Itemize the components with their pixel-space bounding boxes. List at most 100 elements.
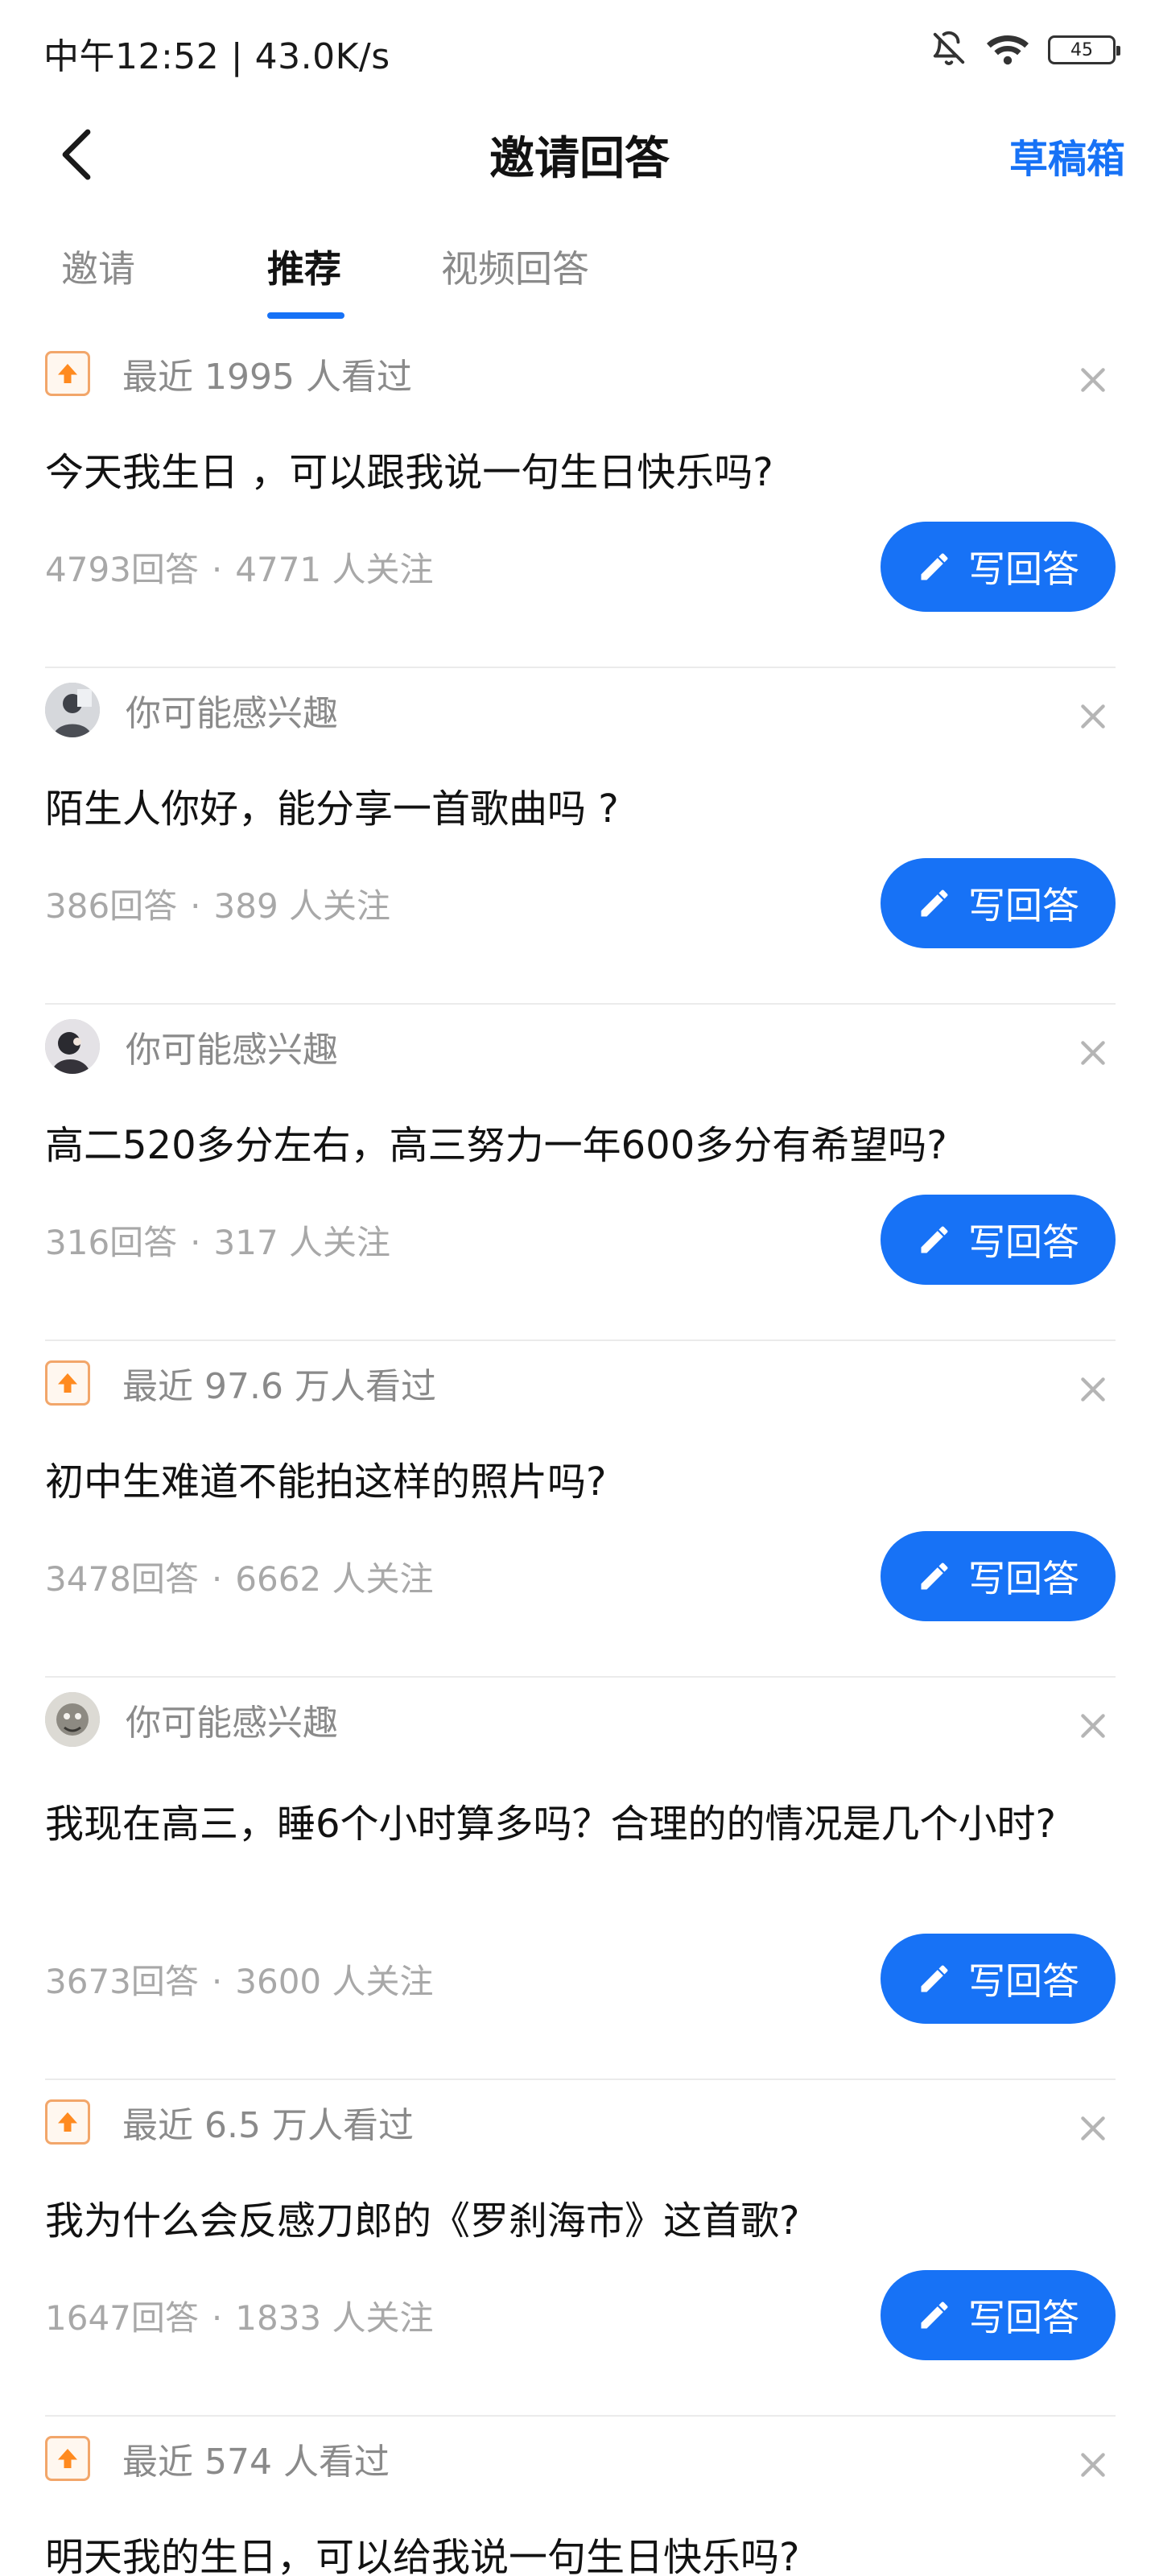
answer-count: 1647回答 xyxy=(45,2298,199,2338)
status-icons: 45 xyxy=(930,29,1120,71)
card-reason: 你可能感兴趣 xyxy=(45,683,338,737)
arrow-up-icon xyxy=(45,1360,90,1406)
dismiss-button[interactable] xyxy=(1070,694,1116,739)
arrow-up-icon xyxy=(45,2099,90,2145)
wifi-icon xyxy=(985,30,1030,70)
answer-count: 316回答 xyxy=(45,1223,178,1262)
card-reason: 最近 574 人看过 xyxy=(45,2434,390,2483)
reason-text: 最近 6.5 万人看过 xyxy=(122,2105,414,2146)
follower-count: 317 人关注 xyxy=(213,1223,391,1262)
pencil-icon xyxy=(917,1558,952,1594)
dismiss-button[interactable] xyxy=(1070,1703,1116,1748)
question-title[interactable]: 我现在高三，睡6个小时算多吗？合理的的情况是几个小时? xyxy=(45,1790,1116,1858)
dismiss-button[interactable] xyxy=(1070,1367,1116,1412)
pencil-icon xyxy=(917,2297,952,2333)
reason-text: 最近 1995 人看过 xyxy=(122,357,412,398)
write-answer-label: 写回答 xyxy=(968,547,1079,591)
follower-count: 1833 人关注 xyxy=(235,2298,434,2338)
write-answer-label: 写回答 xyxy=(968,1959,1079,2003)
card-reason: 最近 1995 人看过 xyxy=(45,349,412,398)
question-meta: 316回答 · 317 人关注 xyxy=(45,1216,390,1265)
question-card: 最近 6.5 万人看过 我为什么会反感刀郎的《罗刹海市》这首歌? 1647回答 ·… xyxy=(0,2080,1159,2417)
question-card: 最近 574 人看过 明天我的生日，可以给我说一句生日快乐吗? xyxy=(0,2417,1159,2576)
question-title[interactable]: 我为什么会反感刀郎的《罗刹海市》这首歌? xyxy=(45,2183,1116,2259)
question-title[interactable]: 初中生难道不能拍这样的照片吗? xyxy=(45,1444,1116,1520)
tab-bar: 邀请 推荐 视频回答 xyxy=(0,224,1159,324)
write-answer-label: 写回答 xyxy=(968,1220,1079,1264)
write-answer-button[interactable]: 写回答 xyxy=(881,522,1116,612)
question-title[interactable]: 今天我生日 ，可以跟我说一句生日快乐吗? xyxy=(45,435,1116,510)
dismiss-button[interactable] xyxy=(1070,1030,1116,1075)
question-card: 最近 97.6 万人看过 初中生难道不能拍这样的照片吗? 3478回答 · 6662… xyxy=(0,1341,1159,1678)
question-title[interactable]: 陌生人你好，能分享一首歌曲吗 ? xyxy=(45,771,1116,847)
question-meta: 3673回答 · 3600 人关注 xyxy=(45,1955,434,2004)
write-answer-button[interactable]: 写回答 xyxy=(881,2270,1116,2360)
avatar xyxy=(45,683,100,737)
pencil-icon xyxy=(917,1222,952,1257)
meta-separator: · xyxy=(211,2298,223,2338)
write-answer-button[interactable]: 写回答 xyxy=(881,1531,1116,1621)
question-title[interactable]: 高二520多分左右，高三努力一年600多分有希望吗? xyxy=(45,1108,1116,1183)
meta-separator: · xyxy=(211,550,223,589)
page-title: 邀请回答 xyxy=(489,133,670,185)
reason-text: 你可能感兴趣 xyxy=(126,693,338,734)
follower-count: 6662 人关注 xyxy=(235,1559,434,1599)
write-answer-button[interactable]: 写回答 xyxy=(881,1195,1116,1285)
pencil-icon xyxy=(917,1961,952,1996)
pencil-icon xyxy=(917,886,952,921)
card-reason: 你可能感兴趣 xyxy=(45,1019,338,1074)
meta-separator: · xyxy=(211,1559,223,1599)
answer-count: 386回答 xyxy=(45,886,178,926)
write-answer-label: 写回答 xyxy=(968,2296,1079,2339)
dismiss-button[interactable] xyxy=(1070,2442,1116,2487)
question-card: 你可能感兴趣 高二520多分左右，高三努力一年600多分有希望吗? 316回答 ·… xyxy=(0,1005,1159,1341)
card-reason: 最近 6.5 万人看过 xyxy=(45,2098,414,2146)
close-icon xyxy=(1081,1377,1105,1402)
battery-level: 45 xyxy=(1070,39,1093,60)
avatar xyxy=(45,1692,100,1747)
meta-separator: · xyxy=(190,886,201,926)
close-icon xyxy=(1081,2453,1105,2477)
bell-off-icon xyxy=(930,30,967,70)
status-bar: 中午12:52 | 43.0K/s 45 xyxy=(0,0,1159,100)
status-time-speed: 中午12:52 | 43.0K/s xyxy=(43,36,390,77)
drafts-button[interactable]: 草稿箱 xyxy=(1009,127,1125,184)
active-tab-indicator xyxy=(267,312,344,319)
reason-text: 你可能感兴趣 xyxy=(126,1030,338,1071)
card-reason: 你可能感兴趣 xyxy=(45,1692,338,1747)
battery-icon: 45 xyxy=(1048,35,1120,64)
follower-count: 3600 人关注 xyxy=(235,1962,434,2001)
close-icon xyxy=(1081,704,1105,729)
question-meta: 386回答 · 389 人关注 xyxy=(45,879,390,928)
dismiss-button[interactable] xyxy=(1070,2106,1116,2151)
arrow-up-icon xyxy=(45,2436,90,2481)
question-meta: 4793回答 · 4771 人关注 xyxy=(45,543,434,592)
write-answer-button[interactable]: 写回答 xyxy=(881,858,1116,948)
close-icon xyxy=(1081,2116,1105,2140)
answer-count: 4793回答 xyxy=(45,550,199,589)
question-list: 最近 1995 人看过 今天我生日 ，可以跟我说一句生日快乐吗? 4793回答 ·… xyxy=(0,332,1159,2576)
top-app-bar: 邀请回答 草稿箱 xyxy=(0,100,1159,209)
question-meta: 1647回答 · 1833 人关注 xyxy=(45,2291,434,2340)
answer-count: 3478回答 xyxy=(45,1559,199,1599)
tab-invite[interactable]: 邀请 xyxy=(61,240,135,293)
meta-separator: · xyxy=(211,1962,223,2001)
reason-text: 你可能感兴趣 xyxy=(126,1703,338,1744)
dismiss-button[interactable] xyxy=(1070,357,1116,402)
question-card: 你可能感兴趣 我现在高三，睡6个小时算多吗？合理的的情况是几个小时? 3673回… xyxy=(0,1678,1159,2080)
follower-count: 389 人关注 xyxy=(213,886,391,926)
question-title[interactable]: 明天我的生日，可以给我说一句生日快乐吗? xyxy=(45,2520,1116,2576)
tab-video-answer[interactable]: 视频回答 xyxy=(441,240,589,293)
write-answer-button[interactable]: 写回答 xyxy=(881,1934,1116,2024)
answer-count: 3673回答 xyxy=(45,1962,199,2001)
close-icon xyxy=(1081,1041,1105,1065)
write-answer-label: 写回答 xyxy=(968,1557,1079,1600)
meta-separator: · xyxy=(190,1223,201,1262)
close-icon xyxy=(1081,1714,1105,1738)
pencil-icon xyxy=(917,549,952,584)
question-card: 最近 1995 人看过 今天我生日 ，可以跟我说一句生日快乐吗? 4793回答 ·… xyxy=(0,332,1159,668)
question-card: 你可能感兴趣 陌生人你好，能分享一首歌曲吗 ? 386回答 · 389 人关注 写回… xyxy=(0,668,1159,1005)
tab-recommend[interactable]: 推荐 xyxy=(267,240,341,293)
card-reason: 最近 97.6 万人看过 xyxy=(45,1359,436,1407)
reason-text: 最近 574 人看过 xyxy=(122,2442,390,2483)
